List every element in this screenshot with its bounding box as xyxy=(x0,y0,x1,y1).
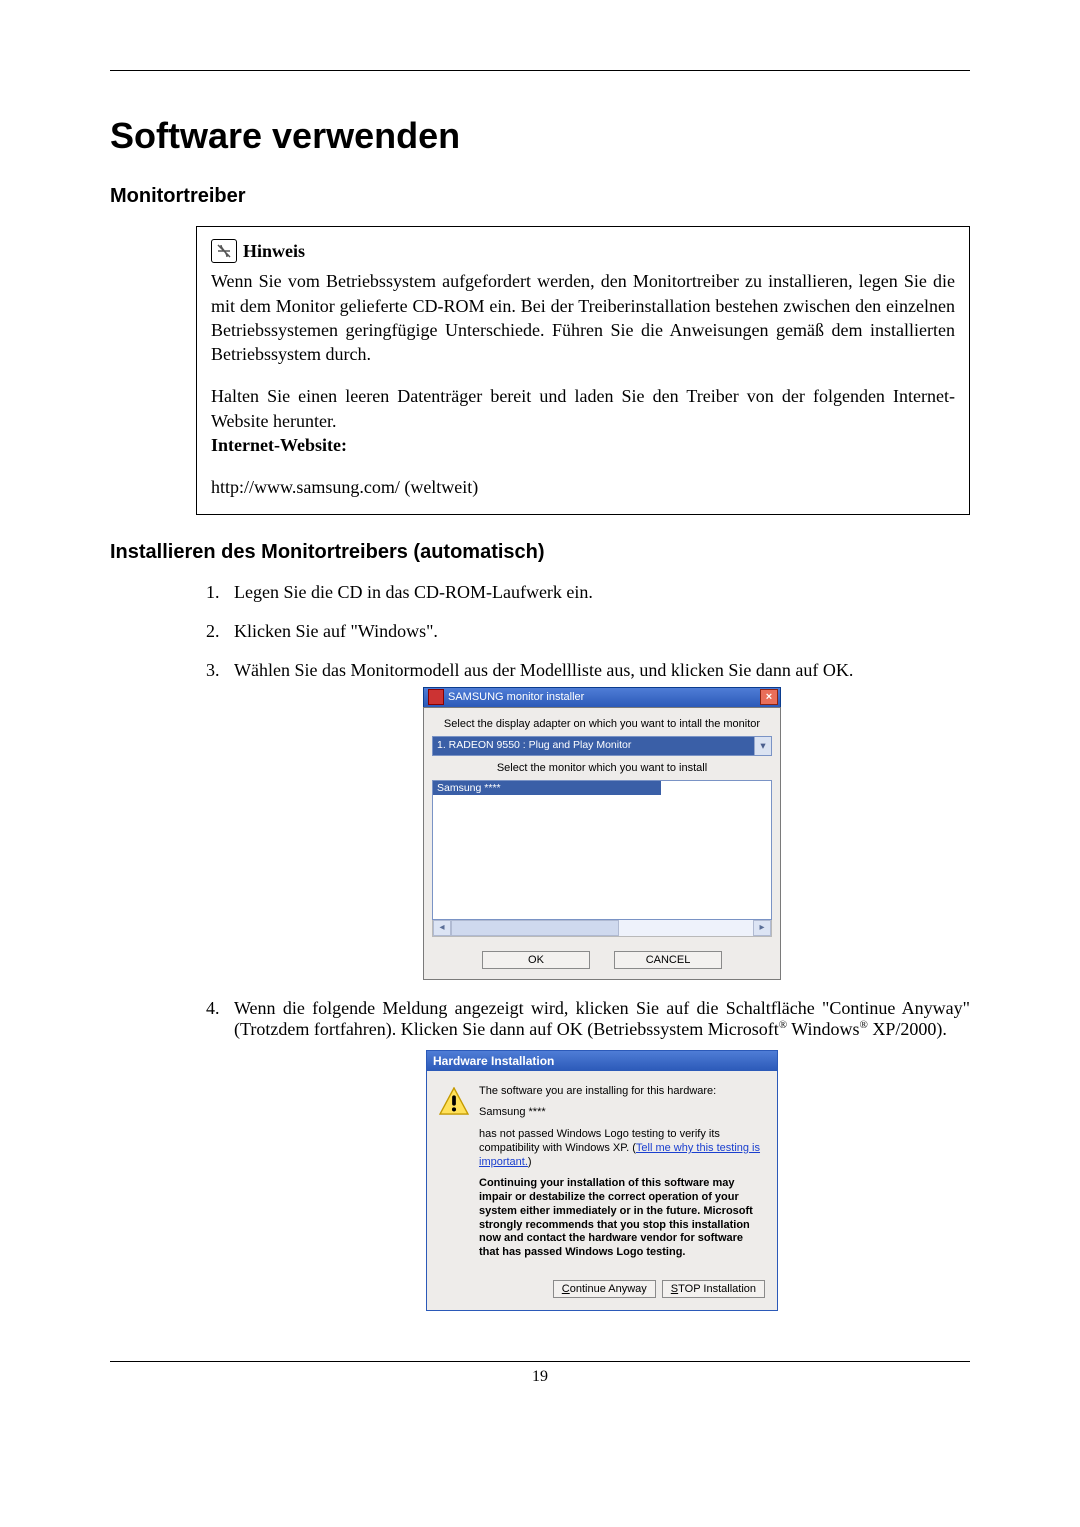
hardware-installation-dialog: Hardware Installation The software you a… xyxy=(426,1050,778,1311)
installer-title-left: SAMSUNG monitor installer xyxy=(428,689,584,705)
registered-icon: ® xyxy=(779,1019,787,1031)
scroll-right-icon[interactable]: ▸ xyxy=(753,920,771,936)
hw-button-row: Continue Anyway STOP Installation xyxy=(427,1280,777,1310)
stop-installation-button[interactable]: STOP Installation xyxy=(662,1280,765,1298)
note-site-label: Internet-Website: xyxy=(211,433,955,457)
steps-list: Legen Sie die CD in das CD-ROM-Laufwerk … xyxy=(196,582,970,1311)
hw-line1: The software you are installing for this… xyxy=(479,1085,765,1099)
continue-anyway-button[interactable]: Continue Anyway xyxy=(553,1280,656,1298)
step-4: Wenn die folgende Meldung angezeigt wird… xyxy=(224,998,970,1311)
note-body: Wenn Sie vom Betriebssystem aufgefordert… xyxy=(211,269,955,499)
hw-body: The software you are installing for this… xyxy=(427,1071,777,1280)
note-icon xyxy=(211,239,237,263)
installer-body: Select the display adapter on which you … xyxy=(423,707,781,980)
section-heading-monitortreiber: Monitortreiber xyxy=(110,185,970,208)
step-3-text: Wählen Sie das Monitormodell aus der Mod… xyxy=(234,660,853,680)
step-2: Klicken Sie auf "Windows". xyxy=(224,621,970,642)
installer-adapter-dropdown[interactable]: 1. RADEON 9550 : Plug and Play Monitor ▾ xyxy=(432,736,772,756)
page-number: 19 xyxy=(110,1368,970,1386)
hw-line2: Samsung **** xyxy=(479,1106,765,1120)
ok-button[interactable]: OK xyxy=(482,951,590,969)
hw-titlebar: Hardware Installation xyxy=(427,1051,777,1071)
installer-label-monitor: Select the monitor which you want to ins… xyxy=(432,762,772,774)
cancel-button[interactable]: CANCEL xyxy=(614,951,722,969)
hw-text: The software you are installing for this… xyxy=(479,1085,765,1268)
hw-line3b: ) xyxy=(528,1156,532,1168)
warning-icon xyxy=(439,1087,469,1115)
page-rule-bottom xyxy=(110,1361,970,1362)
step-3: Wählen Sie das Monitormodell aus der Mod… xyxy=(224,660,970,980)
close-icon[interactable]: × xyxy=(760,689,778,705)
page-rule-top xyxy=(110,70,970,71)
step-4-text-b: Windows xyxy=(787,1019,859,1039)
installer-app-icon xyxy=(428,689,444,705)
document-page: Software verwenden Monitortreiber Hinwei… xyxy=(0,0,1080,1527)
installer-dialog: SAMSUNG monitor installer × Select the d… xyxy=(423,687,781,980)
chevron-down-icon: ▾ xyxy=(754,737,771,755)
note-url: http://www.samsung.com/ (weltweit) xyxy=(211,475,955,499)
installer-monitor-selected: Samsung **** xyxy=(433,781,661,795)
scroll-thumb[interactable] xyxy=(451,920,619,936)
note-label: Hinweis xyxy=(243,239,305,263)
note-paragraph-2: Halten Sie einen leeren Datenträger bere… xyxy=(211,384,955,433)
installer-titlebar: SAMSUNG monitor installer × xyxy=(423,687,781,707)
note-box: Hinweis Wenn Sie vom Betriebssystem aufg… xyxy=(196,226,970,515)
installer-monitor-list[interactable]: Samsung **** xyxy=(432,780,772,920)
installer-horizontal-scrollbar[interactable]: ◂ ▸ xyxy=(432,920,772,937)
note-header: Hinweis xyxy=(211,239,955,263)
scroll-left-icon[interactable]: ◂ xyxy=(433,920,451,936)
hw-line3: has not passed Windows Logo testing to v… xyxy=(479,1128,765,1169)
installer-title-text: SAMSUNG monitor installer xyxy=(448,691,584,703)
page-title: Software verwenden xyxy=(110,115,970,157)
hw-bold-warning: Continuing your installation of this sof… xyxy=(479,1177,765,1260)
section-heading-install-auto: Installieren des Monitortreibers (automa… xyxy=(110,541,970,564)
step-4-text-c: XP/2000). xyxy=(868,1019,947,1039)
note-paragraph-1: Wenn Sie vom Betriebssystem aufgefordert… xyxy=(211,269,955,366)
step-1: Legen Sie die CD in das CD-ROM-Laufwerk … xyxy=(224,582,970,603)
installer-adapter-selected: 1. RADEON 9550 : Plug and Play Monitor xyxy=(433,737,754,755)
registered-icon: ® xyxy=(860,1019,868,1031)
installer-button-row: OK CANCEL xyxy=(432,951,772,969)
scroll-track[interactable] xyxy=(451,920,753,936)
installer-label-adapter: Select the display adapter on which you … xyxy=(432,718,772,730)
